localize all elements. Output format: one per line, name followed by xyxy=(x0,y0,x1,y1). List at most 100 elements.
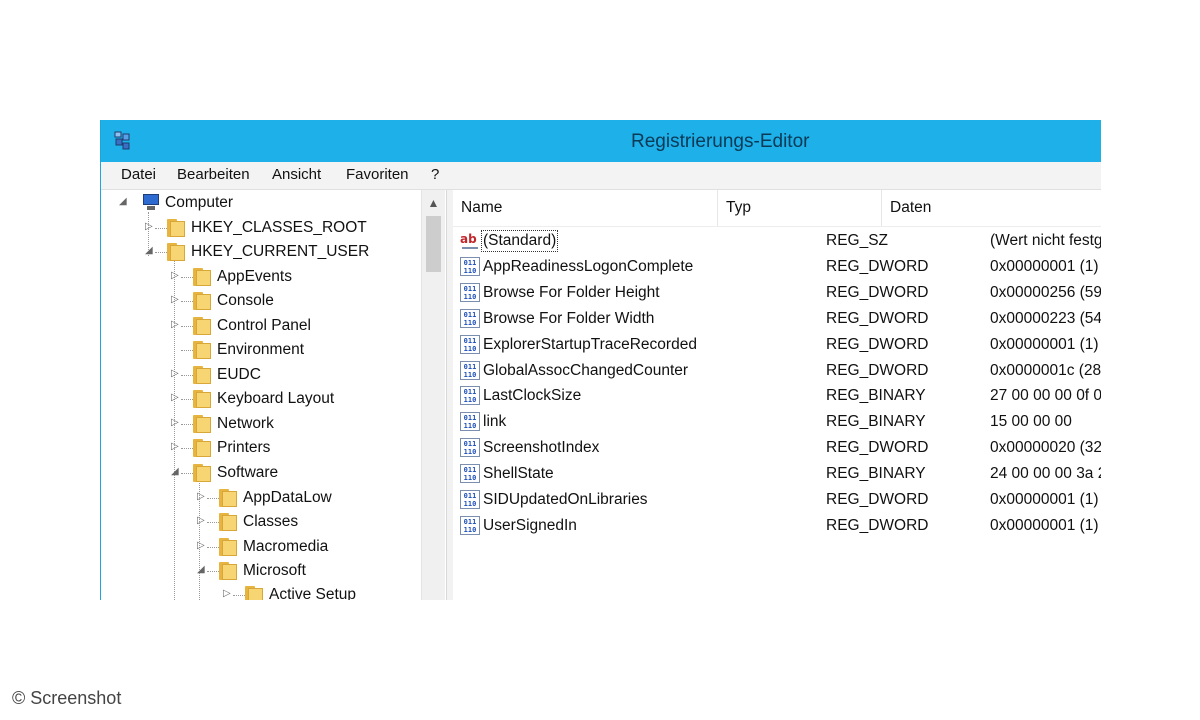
collapse-arrow-icon[interactable]: ◢ xyxy=(145,245,155,256)
folder-icon xyxy=(167,243,185,261)
folder-icon xyxy=(193,317,211,335)
expand-arrow-icon[interactable]: ▷ xyxy=(171,270,181,281)
value-data: 0x00000001 (1) xyxy=(990,516,1099,534)
folder-icon xyxy=(219,489,237,507)
expand-arrow-icon[interactable]: ▷ xyxy=(171,417,181,428)
value-name: UserSignedIn xyxy=(483,516,577,534)
tree-item-label: HKEY_CURRENT_USER xyxy=(191,243,370,260)
header-divider xyxy=(453,226,1101,227)
value-type: REG_DWORD xyxy=(826,283,929,301)
tree-item-label: Console xyxy=(217,292,274,309)
table-row[interactable]: 011 110 Browse For Folder Width REG_DWORD 0… xyxy=(453,306,1101,332)
menu-bar: Datei Bearbeiten Ansicht Favoriten ? xyxy=(101,162,1101,190)
value-type: REG_DWORD xyxy=(826,516,929,534)
collapse-arrow-icon[interactable]: ◢ xyxy=(171,466,181,477)
binary-value-icon: 011 110 xyxy=(460,282,480,302)
table-row[interactable]: 011 110 GlobalAssocChangedCounter REG_DWOR… xyxy=(453,358,1101,384)
tree-item-label: Network xyxy=(217,415,274,432)
binary-value-icon: 011 110 xyxy=(460,515,480,535)
tree-item-label: AppEvents xyxy=(217,268,292,285)
collapse-arrow-icon[interactable]: ◢ xyxy=(197,564,207,575)
tree-item-label: HKEY_CLASSES_ROOT xyxy=(191,219,367,236)
column-header-type[interactable]: Typ xyxy=(718,190,882,226)
expand-arrow-icon[interactable]: ▷ xyxy=(171,294,181,305)
column-header-label: Daten xyxy=(890,199,932,216)
tree-guide-line xyxy=(174,260,175,600)
value-type: REG_DWORD xyxy=(826,309,929,327)
binary-value-icon: 011 110 xyxy=(460,256,480,276)
binary-value-icon: 011 110 xyxy=(460,464,480,484)
column-header-label: Name xyxy=(461,199,503,216)
tree-item-label: Printers xyxy=(217,439,271,456)
value-type: REG_DWORD xyxy=(826,335,929,353)
value-type: REG_DWORD xyxy=(826,491,929,508)
table-row[interactable]: 011 110 AppReadinessLogonComplete REG_DWOR… xyxy=(453,254,1101,280)
value-type: REG_DWORD xyxy=(826,361,929,379)
table-row[interactable]: 011 110 LastClockSize REG_BINARY 27 00 00 0… xyxy=(453,383,1101,409)
registry-editor-window: Registrierungs-Editor Datei Bearbeiten A… xyxy=(100,120,1101,600)
scroll-up-arrow-icon[interactable]: ▲ xyxy=(422,196,445,210)
table-row[interactable]: 011 110 Browse For Folder Height REG_DWORD… xyxy=(453,280,1101,306)
value-name: SIDUpdatedOnLibraries xyxy=(483,491,648,508)
menu-bearbeiten[interactable]: Bearbeiten xyxy=(177,166,250,183)
binary-value-icon: 011 110 xyxy=(460,308,480,328)
tree-scrollbar[interactable]: ▲ xyxy=(421,190,445,600)
value-data: 0x00000001 (1) xyxy=(990,335,1099,353)
expand-arrow-icon[interactable]: ▷ xyxy=(197,515,207,526)
expand-arrow-icon[interactable]: ▷ xyxy=(171,368,181,379)
expand-arrow-icon[interactable]: ▷ xyxy=(197,491,207,502)
binary-value-icon: 011 110 xyxy=(460,412,480,432)
menu-datei[interactable]: Datei xyxy=(121,166,156,183)
expand-arrow-icon[interactable]: ▷ xyxy=(171,392,181,403)
folder-icon xyxy=(193,268,211,286)
folder-icon xyxy=(219,562,237,580)
value-data: 0x00000001 (1) xyxy=(990,257,1099,275)
tree-item-label: Macromedia xyxy=(243,538,329,555)
value-type: REG_DWORD xyxy=(826,439,929,457)
values-pane[interactable]: Name Typ Daten ab (Standard) REG_SZ (Wert n… xyxy=(453,190,1101,600)
expand-arrow-icon[interactable]: ▷ xyxy=(171,441,181,452)
value-name: Browse For Folder Width xyxy=(483,309,655,327)
table-row[interactable]: 011 110 ShellState REG_BINARY 24 00 00 00 3… xyxy=(453,461,1101,487)
table-row[interactable]: 011 110 ScreenshotIndex REG_DWORD 0x0000002… xyxy=(453,435,1101,461)
column-header-data[interactable]: Daten xyxy=(882,190,1101,226)
key-tree-pane[interactable]: ◢ Computer ▷ HKEY_CLASSES_ROOT ◢ HKEY_CU… xyxy=(101,190,446,600)
scroll-thumb[interactable] xyxy=(426,216,441,272)
value-name: ShellState xyxy=(483,465,554,483)
expand-arrow-icon[interactable]: ▷ xyxy=(171,319,181,330)
binary-value-icon: 011 110 xyxy=(460,334,480,354)
collapse-arrow-icon[interactable]: ◢ xyxy=(119,196,129,207)
binary-value-icon: 011 110 xyxy=(460,490,480,509)
folder-icon xyxy=(245,586,263,600)
menu-help[interactable]: ? xyxy=(431,166,439,183)
computer-icon xyxy=(141,194,161,212)
value-data: 0x00000256 (598) xyxy=(990,283,1101,301)
menu-favoriten[interactable]: Favoriten xyxy=(346,166,409,183)
folder-icon xyxy=(193,464,211,482)
watermark: © Screenshot xyxy=(12,688,122,708)
expand-arrow-icon[interactable]: ▷ xyxy=(223,588,233,599)
tree-item-label: Computer xyxy=(165,194,234,211)
value-data: (Wert nicht festgelegt) xyxy=(990,232,1101,249)
table-row[interactable]: 011 110 link REG_BINARY 15 00 00 00 xyxy=(453,409,1101,435)
binary-value-icon: 011 110 xyxy=(460,438,480,458)
value-data: 0x00000001 (1) xyxy=(990,491,1099,508)
table-row[interactable]: 011 110 UserSignedIn REG_DWORD 0x00000001 (… xyxy=(453,513,1101,539)
table-row[interactable]: 011 110 SIDUpdatedOnLibraries REG_DWORD 0x0… xyxy=(453,487,1101,513)
menu-ansicht[interactable]: Ansicht xyxy=(272,166,321,183)
table-row[interactable]: 011 110 ExplorerStartupTraceRecorded REG_D… xyxy=(453,332,1101,358)
tree-item-label: Classes xyxy=(243,513,299,530)
value-type: REG_SZ xyxy=(826,232,889,249)
window-title: Registrierungs-Editor xyxy=(631,131,810,152)
tree-item-label: EUDC xyxy=(217,366,261,383)
tree-item-label: Environment xyxy=(217,341,305,358)
value-data: 15 00 00 00 xyxy=(990,413,1072,431)
title-bar[interactable]: Registrierungs-Editor xyxy=(101,120,1101,162)
value-name: Browse For Folder Height xyxy=(483,283,660,301)
column-header-name[interactable]: Name xyxy=(453,190,718,226)
expand-arrow-icon[interactable]: ▷ xyxy=(197,540,207,551)
binary-value-icon: 011 110 xyxy=(460,360,480,380)
value-name: link xyxy=(483,413,507,431)
table-row[interactable]: ab(Standard) REG_SZ (Wert nicht festgelegt… xyxy=(453,228,1101,254)
expand-arrow-icon[interactable]: ▷ xyxy=(145,221,155,232)
